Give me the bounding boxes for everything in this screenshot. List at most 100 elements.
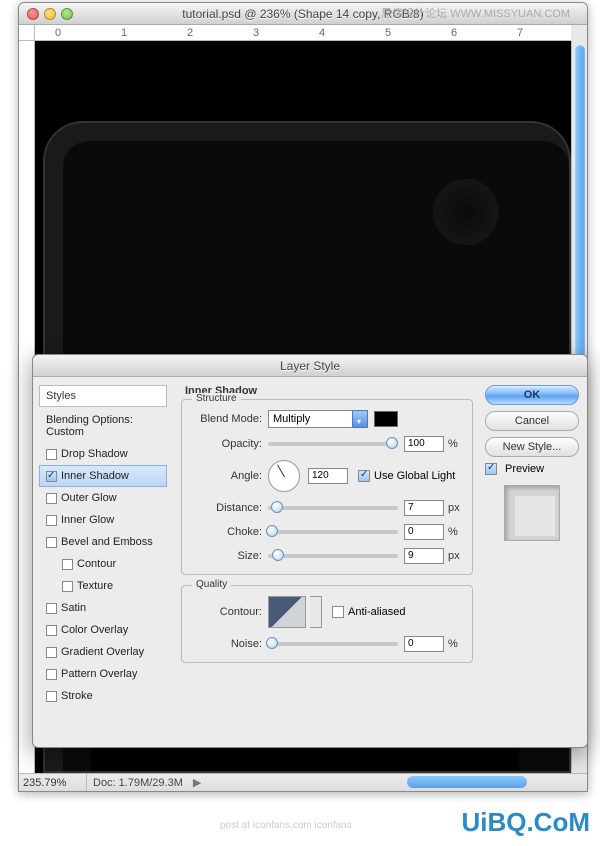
statusbar: 235.79% Doc: 1.79M/29.3M ▶ <box>19 773 587 791</box>
slider-thumb[interactable] <box>266 637 278 649</box>
chevron-right-icon[interactable]: ▶ <box>193 776 201 789</box>
checkbox-icon[interactable] <box>46 449 57 460</box>
doc-size: Doc: 1.79M/29.3M <box>87 777 189 789</box>
checkbox-icon[interactable] <box>46 537 57 548</box>
choke-slider[interactable] <box>268 530 398 534</box>
checkbox-icon[interactable] <box>46 691 57 702</box>
ruler-mark: 3 <box>253 27 259 39</box>
ruler-mark: 2 <box>187 27 193 39</box>
sidebar-item-contour[interactable]: Contour <box>39 553 167 575</box>
quality-fieldset: Quality Contour: Anti-aliased Noise: 0 % <box>181 585 473 663</box>
contour-dropdown-icon[interactable] <box>310 596 322 628</box>
ok-button[interactable]: OK <box>485 385 579 405</box>
checkbox-icon[interactable] <box>62 581 73 592</box>
preview-swatch <box>504 485 560 541</box>
sidebar-item-pattern-overlay[interactable]: Pattern Overlay <box>39 663 167 685</box>
choke-field[interactable]: 0 <box>404 524 444 540</box>
cancel-button[interactable]: Cancel <box>485 411 579 431</box>
sidebar-item-label: Inner Glow <box>61 514 114 526</box>
sidebar-item-bevel-and-emboss[interactable]: Bevel and Emboss <box>39 531 167 553</box>
ruler-mark: 5 <box>385 27 391 39</box>
distance-unit: px <box>448 502 460 514</box>
opacity-field[interactable]: 100 <box>404 436 444 452</box>
layer-style-dialog: Layer Style Styles Blending Options: Cus… <box>32 354 588 748</box>
sidebar-item-color-overlay[interactable]: Color Overlay <box>39 619 167 641</box>
size-slider[interactable] <box>268 554 398 558</box>
opacity-slider[interactable] <box>268 442 398 446</box>
camera-hole <box>433 179 499 245</box>
checkbox-icon[interactable] <box>46 669 57 680</box>
structure-legend: Structure <box>192 393 241 404</box>
sidebar-item-label: Inner Shadow <box>61 470 129 482</box>
watermark-top: 思缘设计论坛 WWW.MISSYUAN.COM <box>381 5 570 21</box>
shadow-color-swatch[interactable] <box>374 411 398 427</box>
sidebar-item-label: Stroke <box>61 690 93 702</box>
zoom-field[interactable]: 235.79% <box>19 774 87 791</box>
anti-aliased-checkbox[interactable] <box>332 606 344 618</box>
checkbox-icon[interactable] <box>46 471 57 482</box>
sidebar-item-blending-options-custom[interactable]: Blending Options: Custom <box>39 409 167 443</box>
checkbox-icon[interactable] <box>62 559 73 570</box>
size-field[interactable]: 9 <box>404 548 444 564</box>
opacity-unit: % <box>448 438 458 450</box>
sidebar-item-label: Texture <box>77 580 113 592</box>
quality-legend: Quality <box>192 579 231 590</box>
anti-aliased-label: Anti-aliased <box>348 606 405 618</box>
noise-unit: % <box>448 638 458 650</box>
blend-mode-select[interactable]: Multiply <box>268 410 368 428</box>
noise-label: Noise: <box>190 638 262 650</box>
styles-sidebar: Styles Blending Options: Custom Drop Shad… <box>33 377 173 747</box>
scroll-thumb-vertical[interactable] <box>575 45 585 365</box>
dialog-title: Layer Style <box>33 355 587 377</box>
watermark-bottom: UiBQ.CoM <box>461 807 590 838</box>
sidebar-item-label: Pattern Overlay <box>61 668 137 680</box>
checkbox-icon[interactable] <box>46 625 57 636</box>
size-label: Size: <box>190 550 262 562</box>
scroll-thumb-horizontal[interactable] <box>407 776 527 788</box>
distance-field[interactable]: 7 <box>404 500 444 516</box>
sidebar-item-outer-glow[interactable]: Outer Glow <box>39 487 167 509</box>
sidebar-item-label: Color Overlay <box>61 624 128 636</box>
angle-field[interactable]: 120 <box>308 468 348 484</box>
sidebar-header[interactable]: Styles <box>39 385 167 407</box>
checkbox-icon[interactable] <box>46 515 57 526</box>
sidebar-item-satin[interactable]: Satin <box>39 597 167 619</box>
slider-thumb[interactable] <box>386 437 398 449</box>
noise-field[interactable]: 0 <box>404 636 444 652</box>
checkbox-icon[interactable] <box>46 493 57 504</box>
ruler-mark: 6 <box>451 27 457 39</box>
contour-picker[interactable] <box>268 596 306 628</box>
ruler-horizontal: 0 1 2 3 4 5 6 7 <box>35 25 571 41</box>
sidebar-item-label: Satin <box>61 602 86 614</box>
slider-thumb[interactable] <box>271 501 283 513</box>
sidebar-item-inner-shadow[interactable]: Inner Shadow <box>39 465 167 487</box>
sidebar-item-stroke[interactable]: Stroke <box>39 685 167 707</box>
choke-unit: % <box>448 526 458 538</box>
style-panel: Inner Shadow Structure Blend Mode: Multi… <box>173 377 481 747</box>
angle-dial[interactable] <box>268 460 300 492</box>
sidebar-item-label: Contour <box>77 558 116 570</box>
opacity-label: Opacity: <box>190 438 262 450</box>
new-style-button[interactable]: New Style... <box>485 437 579 457</box>
ruler-mark: 0 <box>55 27 61 39</box>
contour-label: Contour: <box>190 606 262 618</box>
sidebar-item-label: Gradient Overlay <box>61 646 144 658</box>
ruler-mark: 1 <box>121 27 127 39</box>
checkbox-icon[interactable] <box>46 647 57 658</box>
chevron-down-icon[interactable] <box>352 410 368 428</box>
sidebar-item-drop-shadow[interactable]: Drop Shadow <box>39 443 167 465</box>
sidebar-item-gradient-overlay[interactable]: Gradient Overlay <box>39 641 167 663</box>
sidebar-item-inner-glow[interactable]: Inner Glow <box>39 509 167 531</box>
noise-slider[interactable] <box>268 642 398 646</box>
slider-thumb[interactable] <box>272 549 284 561</box>
checkbox-icon[interactable] <box>46 603 57 614</box>
sidebar-item-label: Blending Options: Custom <box>46 414 160 438</box>
distance-slider[interactable] <box>268 506 398 510</box>
sidebar-item-label: Drop Shadow <box>61 448 128 460</box>
right-column: OK Cancel New Style... Preview <box>481 377 587 747</box>
distance-label: Distance: <box>190 502 262 514</box>
slider-thumb[interactable] <box>266 525 278 537</box>
sidebar-item-texture[interactable]: Texture <box>39 575 167 597</box>
global-light-checkbox[interactable] <box>358 470 370 482</box>
preview-checkbox[interactable] <box>485 463 497 475</box>
